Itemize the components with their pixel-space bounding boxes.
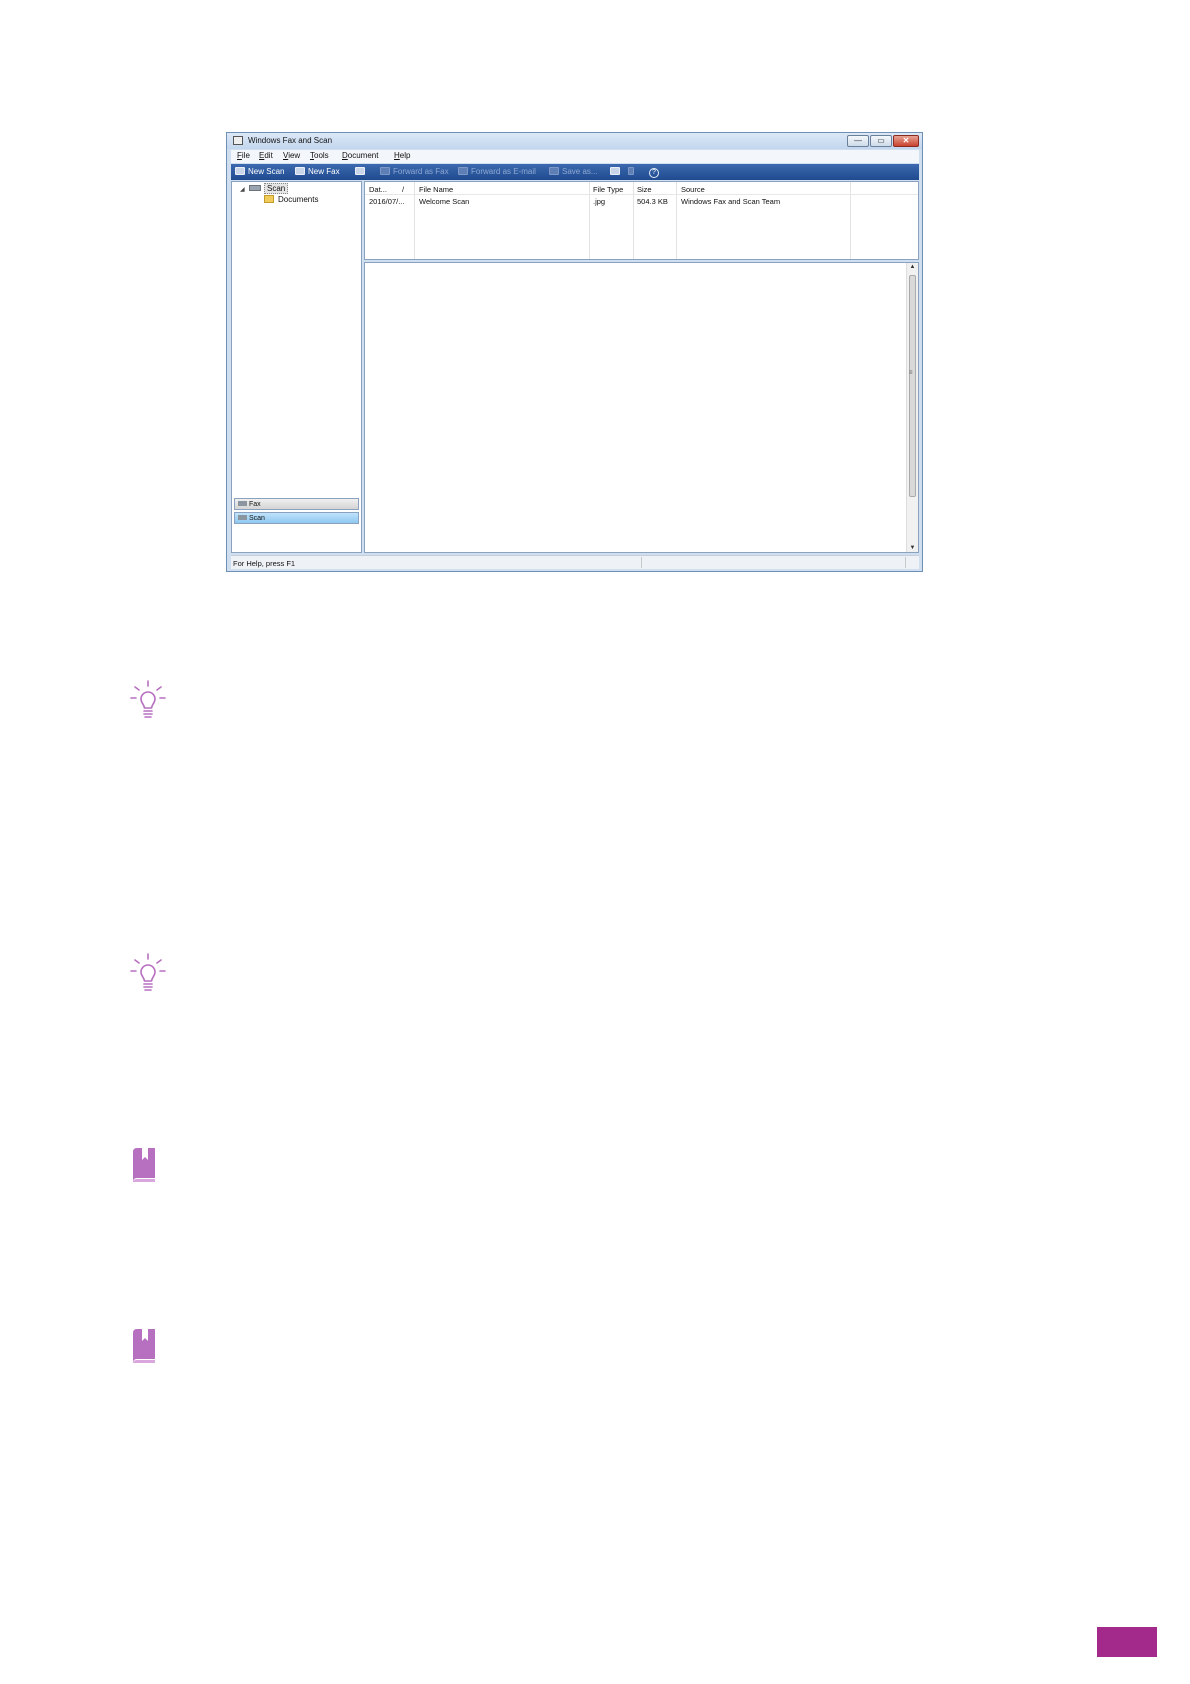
maximize-button[interactable]: ▭ bbox=[870, 135, 892, 147]
nav-tab-fax[interactable]: Fax bbox=[234, 498, 359, 510]
save-icon bbox=[549, 167, 559, 175]
menu-edit[interactable]: Edit bbox=[259, 151, 273, 160]
vertical-scrollbar[interactable]: ▲ ≡ ▼ bbox=[906, 263, 918, 552]
toolbar: New Scan New Fax Forward as Fax Forward … bbox=[231, 164, 919, 180]
nav-tab-fax-label: Fax bbox=[249, 501, 261, 508]
forward-email-label: Forward as E-mail bbox=[471, 167, 536, 176]
scanner-icon bbox=[235, 167, 245, 175]
fax-icon bbox=[238, 501, 247, 506]
scroll-up-icon[interactable]: ▲ bbox=[907, 264, 918, 270]
row-source[interactable]: Windows Fax and Scan Team bbox=[681, 197, 780, 206]
scroll-thumb[interactable] bbox=[909, 275, 916, 497]
menu-tools[interactable]: Tools bbox=[310, 151, 329, 160]
tree-item-scan-label: Scan bbox=[264, 183, 289, 194]
new-scan-label: New Scan bbox=[248, 167, 285, 176]
new-fax-label: New Fax bbox=[308, 167, 340, 176]
page-number-tab bbox=[1097, 1627, 1157, 1657]
help-button[interactable]: ? bbox=[649, 167, 659, 178]
new-fax-button[interactable]: New Fax bbox=[295, 167, 340, 178]
folder-pane: ◢ Scan Documents Fax Scan bbox=[231, 181, 362, 553]
delete-icon bbox=[628, 167, 634, 175]
menu-view[interactable]: View bbox=[283, 151, 300, 160]
forward-email-button[interactable]: Forward as E-mail bbox=[458, 167, 536, 178]
row-date[interactable]: 2016/07/... bbox=[369, 197, 404, 206]
email-icon bbox=[458, 167, 468, 175]
save-as-button[interactable]: Save as... bbox=[549, 167, 598, 178]
fax-scan-window: Windows Fax and Scan — ▭ ✕ File Edit Vie… bbox=[226, 132, 923, 572]
scanner-icon bbox=[238, 515, 247, 520]
close-button[interactable]: ✕ bbox=[893, 135, 919, 147]
menu-bar: File Edit View Tools Document Help bbox=[231, 150, 919, 163]
sort-indicator-icon: / bbox=[402, 185, 405, 194]
view-button[interactable] bbox=[355, 167, 368, 178]
header-divider bbox=[365, 194, 918, 195]
status-text: For Help, press F1 bbox=[233, 559, 296, 568]
scroll-down-icon[interactable]: ▼ bbox=[907, 545, 918, 551]
document-list: Dat... / File Name File Type Size Source… bbox=[364, 181, 919, 260]
column-header-file-name[interactable]: File Name bbox=[419, 185, 453, 194]
column-header-file-type[interactable]: File Type bbox=[593, 185, 623, 194]
forward-fax-label: Forward as Fax bbox=[393, 167, 449, 176]
help-icon: ? bbox=[649, 168, 659, 178]
status-bar: For Help, press F1 bbox=[231, 555, 919, 569]
scanner-icon bbox=[249, 185, 261, 191]
tree-item-documents-label: Documents bbox=[278, 195, 319, 204]
forward-fax-button[interactable]: Forward as Fax bbox=[380, 167, 449, 178]
row-file-name[interactable]: Welcome Scan bbox=[419, 197, 469, 206]
folder-icon bbox=[264, 195, 274, 203]
menu-help[interactable]: Help bbox=[394, 151, 410, 160]
fax-forward-icon bbox=[380, 167, 390, 175]
lightbulb-icon bbox=[130, 680, 166, 718]
delete-button[interactable] bbox=[628, 167, 637, 178]
row-file-type[interactable]: .jpg bbox=[593, 197, 605, 206]
column-header-source[interactable]: Source bbox=[681, 185, 705, 194]
title-bar: Windows Fax and Scan — ▭ ✕ bbox=[227, 133, 922, 149]
book-icon bbox=[133, 1329, 155, 1363]
nav-tab-scan-label: Scan bbox=[249, 515, 265, 522]
view-icon bbox=[355, 167, 365, 175]
tree-item-documents[interactable]: Documents bbox=[264, 195, 318, 204]
save-as-label: Save as... bbox=[562, 167, 598, 176]
fax-icon bbox=[295, 167, 305, 175]
preview-pane: ▲ ≡ ▼ bbox=[364, 262, 919, 553]
menu-document[interactable]: Document bbox=[342, 151, 378, 160]
lightbulb-icon bbox=[130, 953, 166, 991]
book-icon bbox=[133, 1148, 155, 1182]
column-header-date[interactable]: Dat... bbox=[369, 185, 387, 194]
menu-file[interactable]: File bbox=[237, 151, 250, 160]
row-size[interactable]: 504.3 KB bbox=[637, 197, 668, 206]
scroll-grip-icon: ≡ bbox=[909, 370, 913, 376]
print-icon bbox=[610, 167, 620, 175]
status-divider bbox=[905, 557, 906, 568]
new-scan-button[interactable]: New Scan bbox=[235, 167, 284, 178]
column-header-size[interactable]: Size bbox=[637, 185, 652, 194]
print-button[interactable] bbox=[610, 167, 623, 178]
fax-app-icon bbox=[233, 136, 243, 145]
tree-item-scan[interactable]: Scan bbox=[249, 183, 289, 194]
expand-arrow-icon[interactable]: ◢ bbox=[240, 186, 245, 193]
status-divider bbox=[641, 557, 642, 568]
nav-tab-scan[interactable]: Scan bbox=[234, 512, 359, 524]
minimize-button[interactable]: — bbox=[847, 135, 869, 147]
window-title: Windows Fax and Scan bbox=[248, 136, 333, 145]
